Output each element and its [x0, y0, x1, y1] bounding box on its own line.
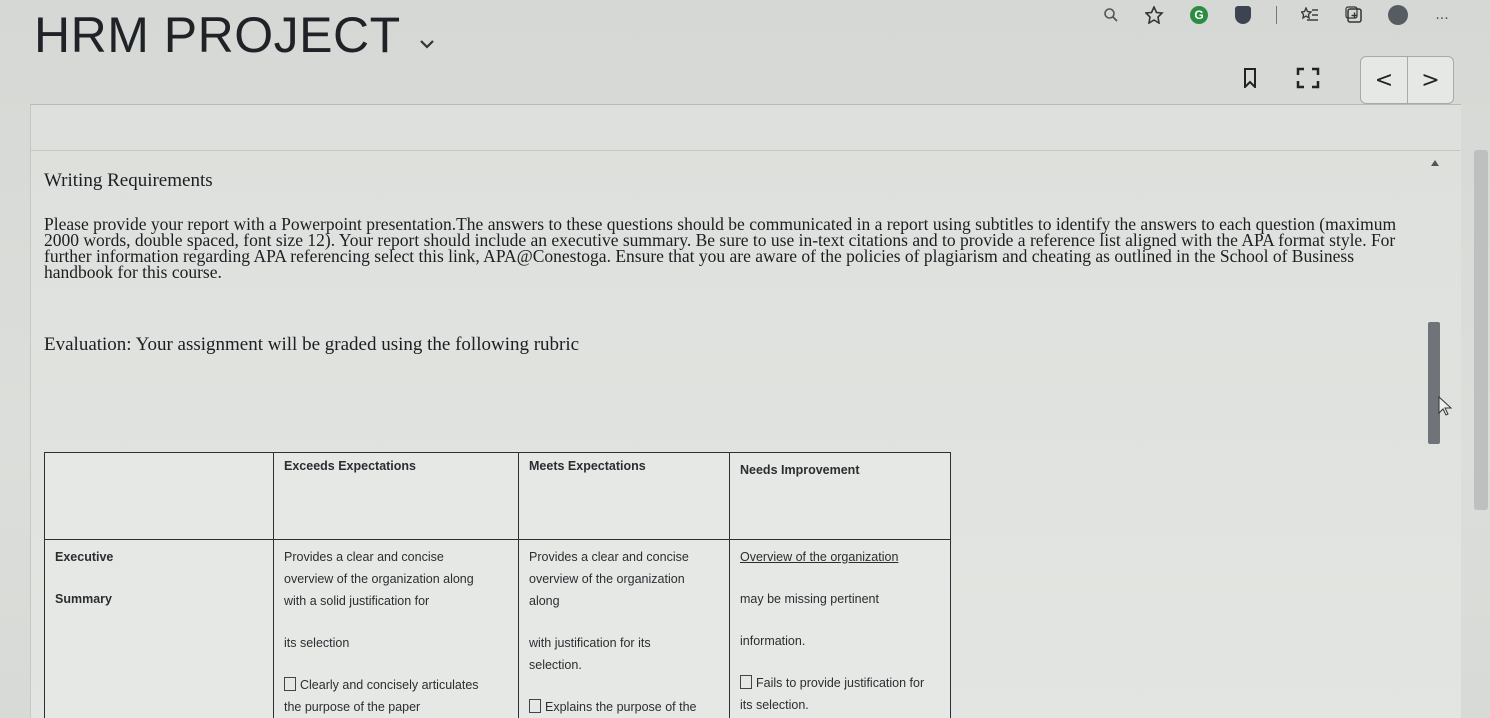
table-row: Executive Summary Provides a clear and c…: [44, 539, 951, 718]
cell-text-inner: Fails to provide justification for: [756, 676, 925, 690]
toolbar-divider: [1276, 6, 1277, 24]
cell-text: may be missing pertinent: [740, 592, 879, 606]
page-scrollbar-thumb[interactable]: [1474, 150, 1488, 510]
next-button[interactable]: >: [1407, 57, 1453, 103]
topic-navigation: < >: [1360, 56, 1454, 104]
criterion-line: Executive: [55, 550, 114, 564]
top-controls: < >: [1244, 56, 1454, 104]
table-header-cell: [44, 452, 274, 540]
shield-extension-icon[interactable]: [1232, 4, 1254, 26]
cell-text: with justification for its: [529, 636, 651, 650]
table-header-cell: Needs Improvement: [729, 452, 951, 540]
cell-text: Fails to provide justification for: [740, 672, 940, 694]
zoom-icon[interactable]: [1100, 4, 1122, 26]
content-divider: [30, 150, 1460, 151]
table-header-cell: Exceeds Expectations: [273, 452, 519, 540]
table-header-row: Exceeds Expectations Meets Expectations …: [44, 452, 951, 540]
scroll-up-icon[interactable]: [1431, 158, 1439, 169]
chevron-down-icon[interactable]: [419, 29, 435, 55]
collections-icon[interactable]: [1343, 4, 1365, 26]
cell-text: Explains the purpose of the: [529, 696, 719, 718]
page: G ... HRM PROJECT < > Writing Requiremen…: [0, 0, 1490, 718]
cell-text: with a solid justification for: [284, 594, 430, 608]
profile-avatar-icon[interactable]: [1387, 4, 1409, 26]
section-heading: Writing Requirements: [44, 170, 213, 191]
checkbox-icon: [284, 677, 296, 691]
more-icon[interactable]: ...: [1431, 4, 1453, 26]
cell-text: overview of the organization: [529, 572, 685, 586]
cell-text: Overview of the organization: [740, 550, 899, 564]
cell-text: Provides a clear and concise: [284, 550, 444, 564]
grammarly-icon[interactable]: G: [1188, 4, 1210, 26]
bookmark-icon[interactable]: [1244, 67, 1256, 93]
favorite-add-icon[interactable]: [1144, 4, 1166, 26]
browser-toolbar: G ...: [1100, 0, 1490, 30]
requirements-paragraph: Please provide your report with a Powerp…: [44, 214, 1397, 282]
cell-text: information.: [740, 634, 806, 648]
rubric-table: Exceeds Expectations Meets Expectations …: [44, 452, 951, 718]
page-title-text: HRM PROJECT: [34, 7, 401, 63]
evaluation-text: Evaluation: Your assignment will be grad…: [44, 334, 580, 355]
checkbox-icon: [740, 675, 752, 689]
criterion-cell: Executive Summary: [44, 539, 274, 718]
criterion-line: Summary: [55, 592, 112, 606]
cell-text: Provides a clear and concise: [529, 550, 689, 564]
scrollbar-thumb[interactable]: [1428, 322, 1440, 444]
cell-text: overview of the organization along: [284, 572, 474, 586]
cell-text: selection.: [529, 658, 582, 672]
page-title[interactable]: HRM PROJECT: [34, 6, 435, 64]
grammarly-letter: G: [1190, 6, 1208, 24]
cell-text: the purpose of the paper: [284, 700, 421, 714]
cell-text: its selection: [284, 636, 350, 650]
cell-text-inner: Explains the purpose of the: [545, 700, 697, 714]
cell-text: Clearly and concisely articulates: [284, 674, 508, 696]
previous-button[interactable]: <: [1361, 57, 1407, 103]
table-header-cell: Meets Expectations: [518, 452, 730, 540]
cell-text-inner: Clearly and concisely articulates: [300, 678, 479, 692]
favorites-icon[interactable]: [1299, 4, 1321, 26]
document-content: Writing Requirements Please provide your…: [44, 170, 1424, 356]
cell-text: its selection.: [740, 698, 809, 712]
meets-cell: Provides a clear and concise overview of…: [518, 539, 730, 718]
fullscreen-expand-icon[interactable]: [1296, 67, 1320, 94]
needs-cell: Overview of the organization may be miss…: [729, 539, 951, 718]
mouse-cursor-icon: [1438, 395, 1453, 422]
checkbox-icon: [529, 699, 541, 713]
cell-text: along: [529, 594, 560, 608]
content-scrollbar[interactable]: [1428, 156, 1442, 716]
exceeds-cell: Provides a clear and concise overview of…: [273, 539, 519, 718]
